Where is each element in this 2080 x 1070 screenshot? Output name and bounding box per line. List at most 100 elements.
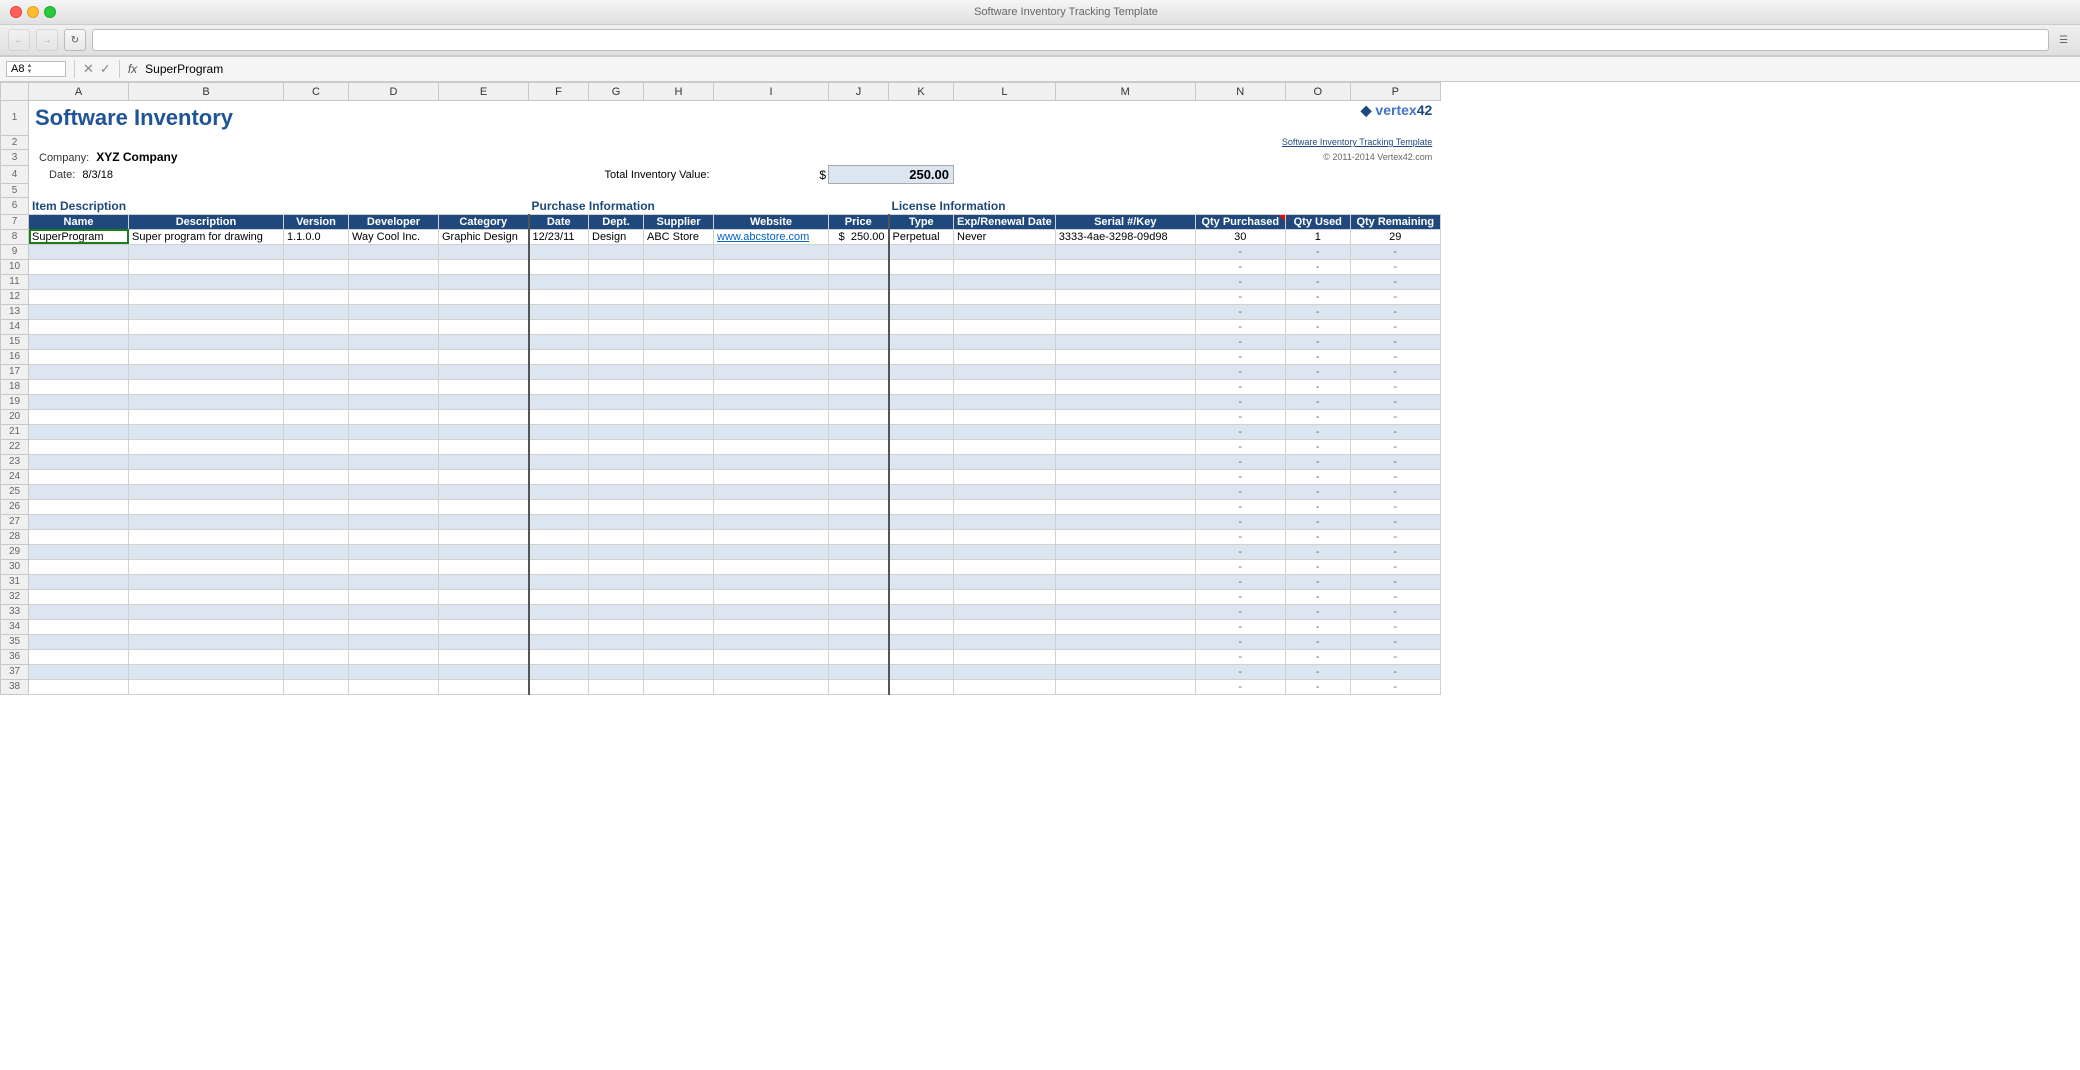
col-D[interactable]: D xyxy=(349,83,439,101)
cell-name[interactable]: SuperProgram xyxy=(29,229,129,244)
cell-date[interactable]: 12/23/11 xyxy=(529,229,589,244)
col-B[interactable]: B xyxy=(129,83,284,101)
formula-input[interactable] xyxy=(145,62,2074,76)
col-header-description[interactable]: Description xyxy=(129,214,284,229)
col-E[interactable]: E xyxy=(439,83,529,101)
cell-developer[interactable]: Way Cool Inc. xyxy=(349,229,439,244)
col-C[interactable]: C xyxy=(284,83,349,101)
col-L[interactable]: L xyxy=(954,83,1056,101)
cell-qty-purchased[interactable]: 30 xyxy=(1195,229,1285,244)
col-header-supplier[interactable]: Supplier xyxy=(644,214,714,229)
col-header-version[interactable]: Version xyxy=(284,214,349,229)
template-link[interactable]: Software Inventory Tracking Template xyxy=(1198,137,1432,147)
col-header-website[interactable]: Website xyxy=(714,214,829,229)
cell-category[interactable]: Graphic Design xyxy=(439,229,529,244)
cell-price[interactable]: $ 250.00 xyxy=(829,229,889,244)
col-header-qty-remaining[interactable]: Qty Remaining xyxy=(1350,214,1440,229)
company-value[interactable]: XYZ Company xyxy=(96,150,177,164)
data-row-13: 13 --- xyxy=(1,304,1441,319)
cell-version[interactable]: 1.1.0.0 xyxy=(284,229,349,244)
col-J[interactable]: J xyxy=(829,83,889,101)
col-header-type[interactable]: Type xyxy=(889,214,954,229)
data-row-25: 25 --- xyxy=(1,484,1441,499)
col-O[interactable]: O xyxy=(1285,83,1350,101)
cell-type[interactable]: Perpetual xyxy=(889,229,954,244)
col-I[interactable]: I xyxy=(714,83,829,101)
rownum-8: 8 xyxy=(1,229,29,244)
template-link-cell[interactable]: Software Inventory Tracking Template xyxy=(1195,135,1440,149)
red-corner-marker xyxy=(1279,215,1285,221)
maximize-button[interactable] xyxy=(44,6,56,18)
col-header-exp[interactable]: Exp/Renewal Date xyxy=(954,214,1056,229)
cell-description[interactable]: Super program for drawing xyxy=(129,229,284,244)
data-row-30: 30 --- xyxy=(1,559,1441,574)
minimize-button[interactable] xyxy=(27,6,39,18)
col-header-qty-used[interactable]: Qty Used xyxy=(1285,214,1350,229)
col-H[interactable]: H xyxy=(644,83,714,101)
row-3: 3 Company: XYZ Company © 2011-2014 Verte… xyxy=(1,149,1441,166)
data-row-32: 32 --- xyxy=(1,589,1441,604)
total-value[interactable]: 250.00 xyxy=(829,166,954,184)
col-M[interactable]: M xyxy=(1055,83,1195,101)
section-purchase: Purchase Information xyxy=(529,198,829,215)
spreadsheet-table: A B C D E F G H I J K L M N O P 1 xyxy=(0,82,1441,695)
rownum-3: 3 xyxy=(1,149,29,166)
data-row-11: 11 --- xyxy=(1,274,1441,289)
data-row-26: 26 --- xyxy=(1,499,1441,514)
col-K[interactable]: K xyxy=(889,83,954,101)
close-button[interactable] xyxy=(10,6,22,18)
row-5: 5 xyxy=(1,184,1441,198)
data-row-16: 16 --- xyxy=(1,349,1441,364)
col-header-developer[interactable]: Developer xyxy=(349,214,439,229)
refresh-button[interactable]: ↻ xyxy=(64,29,86,51)
data-row-23: 23 --- xyxy=(1,454,1441,469)
col-header-dept[interactable]: Dept. xyxy=(589,214,644,229)
confirm-formula-icon[interactable]: ✓ xyxy=(100,61,111,77)
menu-icon: ☰ xyxy=(2055,35,2072,46)
cell-qty-used[interactable]: 1 xyxy=(1285,229,1350,244)
cell-reference[interactable]: A8 ▲▼ xyxy=(6,61,66,77)
col-A[interactable]: A xyxy=(29,83,129,101)
col-header-qty-purchased[interactable]: Qty Purchased xyxy=(1195,214,1285,229)
column-header-row: 7 Name Description Version Developer Cat… xyxy=(1,214,1441,229)
row-1: 1 Software Inventory ◆ vertex42 xyxy=(1,101,1441,136)
date-value[interactable]: 8/3/18 xyxy=(82,169,113,181)
col-header-price[interactable]: Price xyxy=(829,214,889,229)
rownum-1: 1 xyxy=(1,101,29,136)
rownum-6: 6 xyxy=(1,198,29,215)
col-header-category[interactable]: Category xyxy=(439,214,529,229)
cancel-formula-icon[interactable]: ✕ xyxy=(83,61,94,77)
cell-website[interactable]: www.abcstore.com xyxy=(714,229,829,244)
address-bar[interactable] xyxy=(92,29,2049,51)
vertex-logo: ◆ vertex42 xyxy=(1198,102,1432,119)
website-link[interactable]: www.abcstore.com xyxy=(717,231,809,243)
cell-dept[interactable]: Design xyxy=(589,229,644,244)
window-title: Software Inventory Tracking Template xyxy=(62,6,2070,18)
browser-chrome: Software Inventory Tracking Template ← →… xyxy=(0,0,2080,57)
col-header-name[interactable]: Name xyxy=(29,214,129,229)
forward-button[interactable]: → xyxy=(36,29,58,51)
back-button[interactable]: ← xyxy=(8,29,30,51)
spreadsheet-title[interactable]: Software Inventory xyxy=(29,101,1196,136)
data-row-14: 14 --- xyxy=(1,319,1441,334)
col-header-date[interactable]: Date xyxy=(529,214,589,229)
data-row-15: 15 --- xyxy=(1,334,1441,349)
spreadsheet: A B C D E F G H I J K L M N O P 1 xyxy=(0,82,2080,1070)
copyright-cell: © 2011-2014 Vertex42.com xyxy=(1195,149,1440,166)
company-row: Company: XYZ Company xyxy=(29,149,1196,166)
col-P[interactable]: P xyxy=(1350,83,1440,101)
cell-exp[interactable]: Never xyxy=(954,229,1056,244)
title-bar: Software Inventory Tracking Template xyxy=(0,0,2080,25)
data-row-21: 21 --- xyxy=(1,424,1441,439)
cell-supplier[interactable]: ABC Store xyxy=(644,229,714,244)
col-header-serial[interactable]: Serial #/Key xyxy=(1055,214,1195,229)
col-F[interactable]: F xyxy=(529,83,589,101)
logo-area: ◆ vertex42 xyxy=(1195,101,1440,136)
cell-qty-remaining[interactable]: 29 xyxy=(1350,229,1440,244)
dollar-sign: $ xyxy=(714,166,829,184)
cell-serial[interactable]: 3333-4ae-3298-09d98 xyxy=(1055,229,1195,244)
cell-ref-arrows: ▲▼ xyxy=(26,63,32,75)
copyright-text: © 2011-2014 Vertex42.com xyxy=(1198,152,1432,162)
col-G[interactable]: G xyxy=(589,83,644,101)
col-N[interactable]: N xyxy=(1195,83,1285,101)
